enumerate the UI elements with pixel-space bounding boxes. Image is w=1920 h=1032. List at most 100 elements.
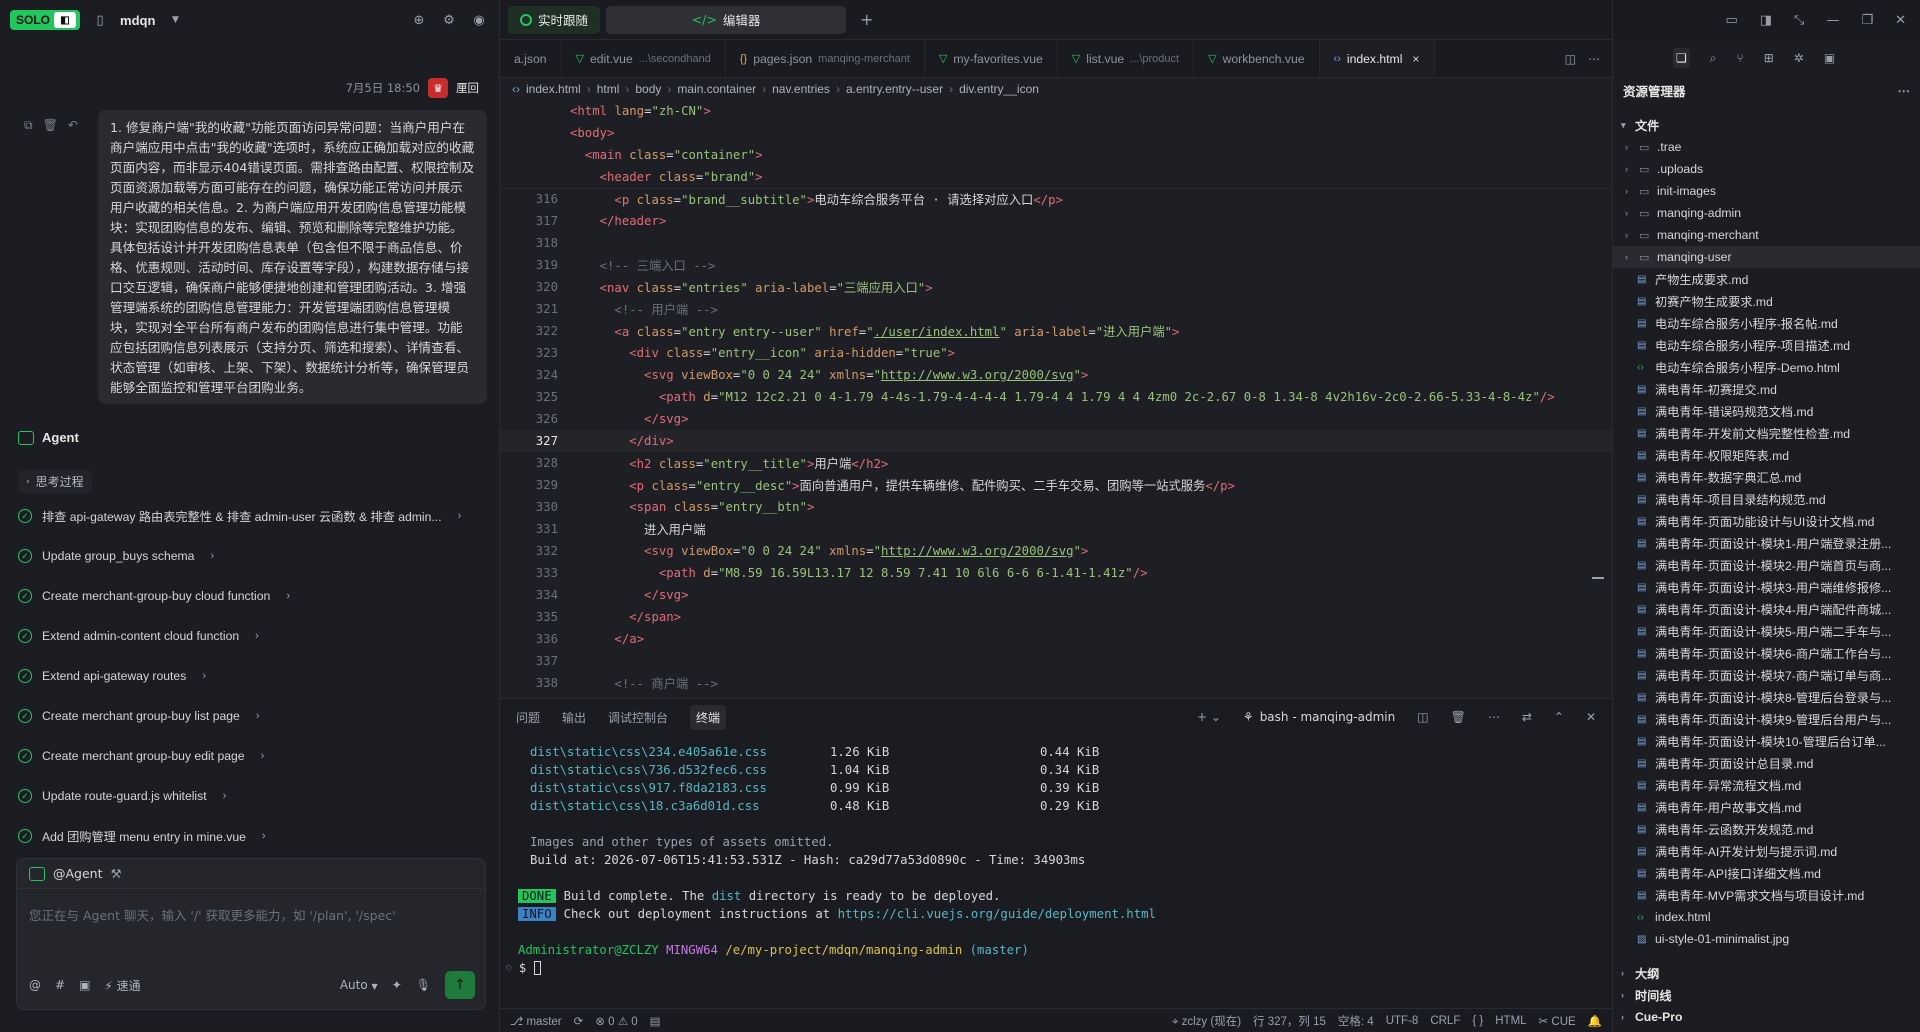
code-line[interactable]: 320 <nav class="entries" aria-label="三端应…: [500, 276, 1612, 298]
tree-scroll[interactable]: › ▭ .trae › ▭ .uploads › ▭ init-images › ▭ manqing-…: [1613, 136, 1920, 962]
file-tab[interactable]: a.json: [500, 40, 562, 77]
code-line[interactable]: 329 <p class="entry__desc">面向普通用户，提供车辆维修…: [500, 474, 1612, 496]
file-item[interactable]: ▤ 满电青年-AI开发计划与提示词.md: [1613, 840, 1920, 862]
chevron-down-icon[interactable]: ▼: [165, 10, 185, 30]
hash-icon[interactable]: #: [55, 978, 65, 992]
split-terminal-icon[interactable]: ◫: [1417, 710, 1428, 724]
code-line[interactable]: 328 <h2 class="entry__title">用户端</h2>: [500, 452, 1612, 474]
code-line[interactable]: 322 <a class="entry entry--user" href=".…: [500, 320, 1612, 342]
delete-icon[interactable]: 🗑: [43, 118, 58, 133]
copy-icon[interactable]: ⧉: [24, 118, 33, 133]
agent-step[interactable]: ✓ Extend admin-content cloud function ›: [18, 616, 488, 656]
file-item[interactable]: ▤ 满电青年-页面设计总目录.md: [1613, 752, 1920, 774]
code-line[interactable]: 326 </svg>: [500, 408, 1612, 430]
sticky-line[interactable]: <html lang="zh-CN">: [500, 100, 1612, 122]
send-button[interactable]: ↑: [445, 971, 475, 999]
file-item[interactable]: ▤ 满电青年-开发前文档完整性检查.md: [1613, 422, 1920, 444]
agent-step[interactable]: ✓ Create merchant group-buy edit page ›: [18, 736, 488, 776]
thinking-toggle[interactable]: › 思考过程: [18, 470, 92, 493]
breadcrumb-item[interactable]: html: [597, 82, 620, 96]
sparkle-icon[interactable]: ✦: [392, 978, 402, 992]
file-item[interactable]: ▤ 满电青年-初赛提交.md: [1613, 378, 1920, 400]
file-item[interactable]: ▤ 满电青年-页面设计-模块4-用户端配件商城...: [1613, 598, 1920, 620]
maximize-panel-icon[interactable]: ⌃: [1554, 710, 1564, 724]
add-tab-icon[interactable]: +: [860, 10, 873, 29]
code-line[interactable]: 338 <!-- 商户端 -->: [500, 672, 1612, 694]
new-chat-icon[interactable]: ⊕: [409, 10, 429, 30]
code-line[interactable]: 331 进入用户端: [500, 518, 1612, 540]
terminal-input-line[interactable]: ○ $: [500, 959, 541, 977]
minimize-icon[interactable]: —: [1826, 13, 1839, 28]
agent-step[interactable]: ✓ Create merchant group-buy list page ›: [18, 696, 488, 736]
file-item[interactable]: ▤ 满电青年-数据字典汇总.md: [1613, 466, 1920, 488]
file-item[interactable]: ▤ 产物生成要求.md: [1613, 268, 1920, 290]
folder-item[interactable]: › ▭ .trae: [1613, 136, 1920, 158]
file-tab[interactable]: ▽ my-favorites.vue: [925, 40, 1058, 77]
encoding-status[interactable]: UTF-8: [1386, 1015, 1419, 1027]
tab-live-follow[interactable]: 实时跟随: [508, 5, 601, 34]
folder-item[interactable]: › ▭ .uploads: [1613, 158, 1920, 180]
extensions-icon[interactable]: ⊞: [1764, 51, 1774, 65]
file-item[interactable]: ‹› index.html: [1613, 906, 1920, 928]
file-item[interactable]: ▤ 满电青年-MVP需求文档与项目设计.md: [1613, 884, 1920, 906]
code-editor[interactable]: <html lang="zh-CN"> <body> <main class="c…: [500, 100, 1612, 698]
source-control-icon[interactable]: ⑂: [1737, 51, 1744, 65]
code-line[interactable]: 330 <span class="entry__btn">: [500, 496, 1612, 518]
tab-problems[interactable]: 问题: [516, 709, 540, 726]
cursor-position[interactable]: 行 327，列 15: [1253, 1013, 1326, 1029]
image-icon[interactable]: ▣: [79, 978, 90, 992]
code-line[interactable]: 318: [500, 232, 1612, 254]
solo-logo[interactable]: SOLO ◧: [10, 10, 81, 30]
section--[interactable]: › 时间线: [1613, 984, 1920, 1006]
close-icon[interactable]: ×: [1412, 52, 1419, 66]
file-item[interactable]: ▤ 满电青年-页面设计-模块1-用户端登录注册...: [1613, 532, 1920, 554]
file-item[interactable]: ▤ 满电青年-API接口详细文档.md: [1613, 862, 1920, 884]
file-item[interactable]: ▤ 满电青年-错误码规范文档.md: [1613, 400, 1920, 422]
chat-input[interactable]: 您正在与 Agent 聊天，输入 '/' 获取更多能力，如 '/plan', '…: [29, 905, 469, 924]
bell-icon[interactable]: 🔔: [1588, 1014, 1602, 1028]
agent-step[interactable]: ✓ Create merchant-group-buy cloud functio…: [18, 576, 488, 616]
file-item[interactable]: ▤ 满电青年-权限矩阵表.md: [1613, 444, 1920, 466]
code-line[interactable]: 325 <path d="M12 12c2.21 0 4-1.79 4-4s-1…: [500, 386, 1612, 408]
tab-debug-console[interactable]: 调试控制台: [608, 709, 668, 726]
file-item[interactable]: ▤ 满电青年-页面设计-模块9-管理后台用户与...: [1613, 708, 1920, 730]
layout-icon[interactable]: ▭: [1725, 13, 1737, 28]
file-tab[interactable]: ▽ workbench.vue: [1194, 40, 1320, 77]
code-line[interactable]: 321 <!-- 用户端 -->: [500, 298, 1612, 320]
file-item[interactable]: ▤ 满电青年-项目目录结构规范.md: [1613, 488, 1920, 510]
tab-output[interactable]: 输出: [562, 709, 586, 726]
debug-icon[interactable]: ✲: [1794, 51, 1804, 65]
file-item[interactable]: ▤ 电动车综合服务小程序-报名帖.md: [1613, 312, 1920, 334]
code-line[interactable]: 334 </svg>: [500, 584, 1612, 606]
file-item[interactable]: ▤ 满电青年-页面设计-模块2-用户端首页与商...: [1613, 554, 1920, 576]
folder-item[interactable]: › ▭ manqing-merchant: [1613, 224, 1920, 246]
eol-status[interactable]: CRLF: [1430, 1015, 1460, 1027]
file-item[interactable]: ▤ 满电青年-页面设计-模块3-用户端维修报修...: [1613, 576, 1920, 598]
account-icon[interactable]: ◉: [469, 10, 489, 30]
info-link[interactable]: https://cli.vuejs.org/guide/deployment.h…: [838, 907, 1156, 921]
agent-step[interactable]: ✓ 排查 api-gateway 路由表完整性 & 排查 admin-user 云…: [18, 496, 488, 536]
ports-icon[interactable]: ▤: [650, 1014, 661, 1028]
blame-status[interactable]: ⌖ zclzy (现在): [1172, 1013, 1241, 1029]
agent-step[interactable]: ✓ Add 团购管理 menu entry in mine.vue ›: [18, 816, 488, 856]
split-editor-icon[interactable]: ◫: [1565, 52, 1576, 66]
file-item[interactable]: ▤ 满电青年-异常流程文档.md: [1613, 774, 1920, 796]
problems-status[interactable]: ⊗ 0 ⚠ 0: [595, 1014, 637, 1028]
composer-agent-label[interactable]: @Agent: [53, 866, 103, 881]
file-tab[interactable]: {} pages.json manqing-merchant: [726, 40, 925, 77]
file-item[interactable]: ▤ 满电青年-页面设计-模块8-管理后台登录与...: [1613, 686, 1920, 708]
mention-icon[interactable]: @: [29, 978, 41, 992]
collapse-icon[interactable]: ⤡: [1794, 13, 1804, 28]
language-status[interactable]: HTML: [1495, 1015, 1526, 1027]
cue-status[interactable]: ✂ CUE: [1539, 1014, 1576, 1028]
gear-icon[interactable]: ⚙: [439, 10, 459, 30]
brackets-status[interactable]: { }: [1472, 1015, 1483, 1027]
code-line[interactable]: 317 </header>: [500, 210, 1612, 232]
more-icon[interactable]: ⋯: [1898, 83, 1911, 98]
sticky-line[interactable]: <main class="container">: [500, 144, 1612, 166]
sync-icon[interactable]: ⟳: [574, 1014, 584, 1028]
mode-select[interactable]: Auto ▼: [340, 978, 378, 992]
section-cue-pro[interactable]: › Cue-Pro: [1613, 1006, 1920, 1028]
project-name[interactable]: mdqn: [120, 13, 155, 28]
code-line[interactable]: 337: [500, 650, 1612, 672]
